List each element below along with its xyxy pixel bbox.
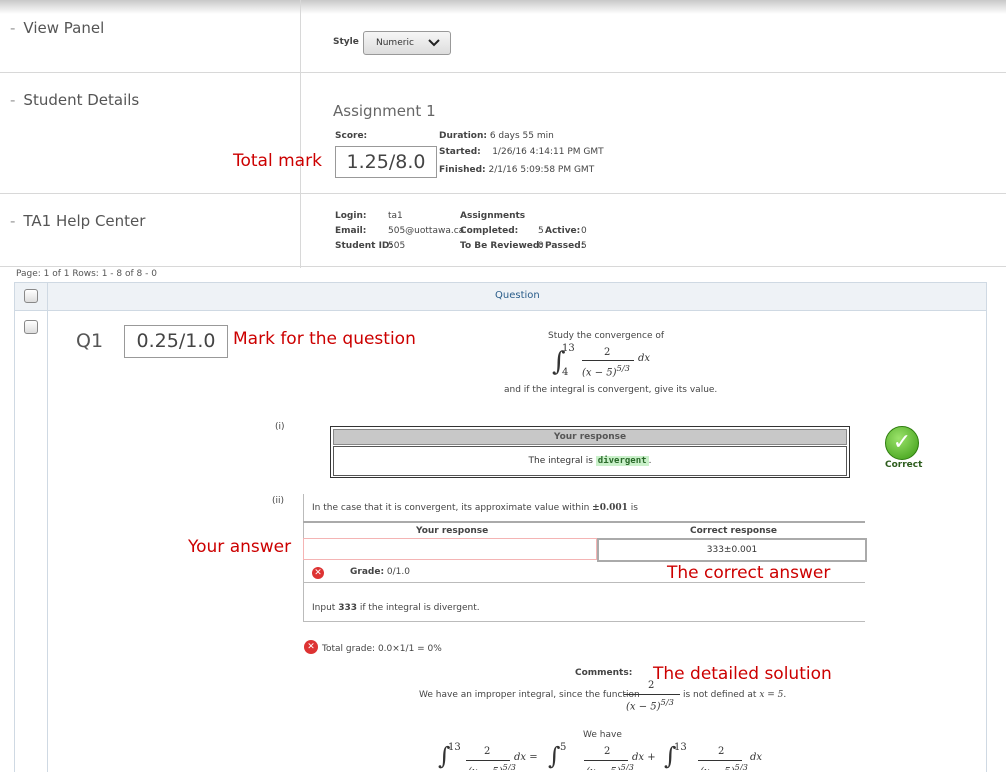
finished-row: Finished: 2/1/16 5:09:58 PM GMT [439,165,595,175]
question-mark-field: 0.25/1.0 [124,325,228,358]
nav-student-details[interactable]: - Student Details [10,91,139,109]
comment-fraction: 2 (x − 5)5/3 [624,680,680,712]
part-ii-divider [303,521,865,523]
email-value: 505@uottawa.ca [388,226,465,236]
row-checkbox[interactable] [24,320,38,334]
part-ii-text: In the case that it is convergent, its a… [312,503,638,513]
annotation-correct-answer: The correct answer [667,563,831,583]
comments-label: Comments: [575,668,633,678]
nav-help-center[interactable]: - TA1 Help Center [10,212,145,230]
part-i-response-table: Your response The integral is divergent. [330,426,850,478]
correct-answer-field: 333±0.001 [597,538,867,562]
part-i-response: The integral is divergent. [333,446,847,476]
part-ii-grade: Grade: 0/1.0 [350,567,410,577]
we-have: We have [583,730,622,740]
col-correct-response: Correct response [690,526,777,536]
login-label: Login: [335,211,367,221]
select-all-checkbox[interactable] [24,289,38,303]
student-id-value: 505 [388,241,406,251]
col-your-response: Your response [416,526,489,536]
review-value: 0 [538,241,544,251]
score-label: Score: [335,131,368,141]
question-prompt: Study the convergence of [548,331,665,341]
integral-formula: ∫ 13 4 2 (x − 5)5/3 dx [552,343,651,379]
completed-value: 5 [538,226,544,236]
part-i-label: (i) [275,422,285,432]
student-id-label: Student ID: [335,241,393,251]
active-value: 0 [581,226,587,236]
question-id: Q1 [76,330,104,352]
question-prompt-2: and if the integral is convergent, give … [504,385,718,395]
passed-label: Passed: [545,241,585,251]
started-row: Started: 1/26/16 4:14:11 PM GMT [439,147,604,157]
pager-info: Page: 1 of 1 Rows: 1 - 8 of 8 - 0 [16,269,157,279]
grid-header-divider [47,283,48,310]
part-ii-label: (ii) [272,496,285,506]
student-details-section: - Student Details Assignment 1 Score: 1.2… [0,73,1006,194]
style-label: Style [333,37,359,47]
annotation-total-mark: Total mark [233,151,322,171]
active-label: Active: [545,226,581,236]
annotation-mark-question: Mark for the question [233,329,416,349]
hint-divider [303,621,865,622]
help-center-section: - TA1 Help Center Login: ta1 Email: 505@u… [0,194,1006,267]
passed-value: 5 [581,241,587,251]
annotation-detailed-solution: The detailed solution [653,664,832,684]
completed-label: Completed: [460,226,519,236]
duration-row: Duration: 6 days 55 min [439,131,554,141]
grid-header: Question [14,282,987,311]
chevron-down-icon [428,39,440,47]
incorrect-x-icon: ✕ [312,567,324,579]
part-i-header: Your response [333,429,847,445]
login-value: ta1 [388,211,403,221]
nav-view-panel[interactable]: - View Panel [10,19,104,37]
style-select[interactable]: Numeric [363,31,451,55]
row-divider [47,310,48,772]
assignments-label: Assignments [460,211,526,221]
part-ii-hint: Input 333 if the integral is divergent. [312,603,480,613]
comment-text-pre: We have an improper integral, since the … [419,690,640,700]
correct-check-icon: ✓ [885,426,919,460]
divergent-answer: divergent [595,456,649,466]
solution-formula: ∫13 2(x − 5)5/3 dx = ∫5 2(x − 5)5/3 dx +… [438,742,763,770]
email-label: Email: [335,226,367,236]
total-grade: Total grade: 0.0×1/1 = 0% [322,644,442,654]
correct-label: Correct [885,460,923,470]
style-select-value: Numeric [376,38,414,48]
view-panel-section: - View Panel Style Numeric [0,0,1006,73]
annotation-your-answer: Your answer [188,537,292,557]
review-label: To Be Reviewed: [460,241,543,251]
column-question[interactable]: Question [495,290,540,301]
comment-text-post: is not defined at x = 5. [683,690,787,700]
your-answer-field [303,538,597,560]
total-score-field: 1.25/8.0 [335,146,437,178]
total-incorrect-icon: ✕ [304,640,318,654]
assignment-title: Assignment 1 [333,102,436,120]
